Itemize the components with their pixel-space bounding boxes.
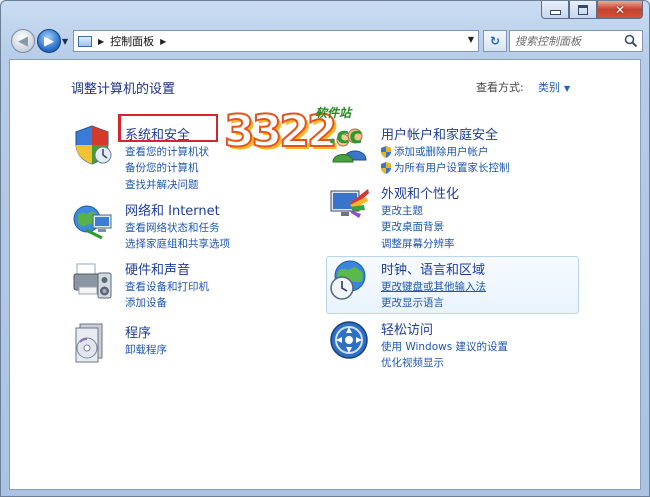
- control-panel-icon: [78, 35, 92, 47]
- category-programs[interactable]: 程序 卸载程序: [72, 322, 322, 370]
- category-heading[interactable]: 轻松访问: [381, 319, 433, 338]
- back-button[interactable]: ◀: [11, 29, 35, 53]
- category-heading[interactable]: 外观和个性化: [381, 183, 459, 202]
- category-link[interactable]: 查看设备和打印机: [125, 279, 209, 294]
- category-link[interactable]: 使用 Windows 建议的设置: [381, 339, 508, 354]
- breadcrumb-separator-icon[interactable]: ▶: [98, 37, 104, 46]
- category-heading[interactable]: 时钟、语言和区域: [381, 259, 485, 278]
- minimize-icon: [549, 10, 561, 15]
- maximize-button[interactable]: [569, 1, 597, 19]
- appearance-paint-icon: [330, 189, 369, 218]
- uac-shield-icon: [381, 145, 391, 158]
- category-link[interactable]: 更改显示语言: [381, 295, 444, 310]
- category-network-internet[interactable]: 网络和 Internet 查看网络状态和任务 选择家庭组和共享选项: [72, 200, 322, 250]
- close-button[interactable]: ✕: [597, 1, 643, 19]
- category-link[interactable]: 更改键盘或其他输入法: [381, 279, 486, 294]
- search-input[interactable]: [515, 34, 625, 48]
- breadcrumb-separator-icon[interactable]: ▶: [160, 37, 166, 46]
- category-user-accounts[interactable]: 用户帐户和家庭安全 添加或删除用户帐户 为所有用户设置家长控制: [328, 124, 578, 174]
- category-link[interactable]: 卸载程序: [125, 342, 167, 357]
- category-link-text[interactable]: 为所有用户设置家长控制: [394, 160, 510, 175]
- breadcrumb-control-panel[interactable]: 控制面板: [110, 33, 154, 49]
- page-title: 调整计算机的设置: [71, 82, 176, 97]
- category-appearance[interactable]: 外观和个性化 更改主题 更改桌面背景 调整屏幕分辨率: [328, 183, 578, 251]
- category-link[interactable]: 查看网络状态和任务: [125, 220, 220, 235]
- category-link[interactable]: 选择家庭组和共享选项: [125, 236, 230, 251]
- watermark-logo-tagline: 软件站: [315, 106, 352, 120]
- category-link[interactable]: 备份您的计算机: [125, 160, 199, 175]
- category-ease-of-access[interactable]: 轻松访问 使用 Windows 建议的设置 优化视频显示: [328, 319, 578, 369]
- category-link[interactable]: 添加或删除用户帐户: [381, 144, 489, 159]
- watermark-logo-domain: .cc: [328, 124, 363, 149]
- clock-globe-icon: [330, 260, 366, 300]
- category-link[interactable]: 更改主题: [381, 203, 423, 218]
- programs-disc-icon: [75, 323, 103, 363]
- address-bar[interactable]: ▶ 控制面板 ▶ ▼: [73, 30, 479, 52]
- category-hardware-sound[interactable]: 硬件和声音 查看设备和打印机 添加设备: [72, 259, 322, 309]
- category-link[interactable]: 调整屏幕分辨率: [381, 236, 455, 251]
- network-globe-icon: [73, 205, 112, 240]
- minimize-button[interactable]: [541, 1, 569, 19]
- printer-speaker-icon: [73, 263, 112, 299]
- category-heading[interactable]: 网络和 Internet: [125, 200, 220, 219]
- category-link[interactable]: 查看您的计算机状: [125, 144, 209, 159]
- maximize-icon: [578, 4, 588, 15]
- content-pane: 调整计算机的设置 查看方式: 类别 ▼ 系统和安全 查看您的计算机状 备份您的计算…: [9, 59, 641, 490]
- shield-check-icon: [75, 125, 112, 165]
- view-by-value[interactable]: 类别: [538, 81, 560, 94]
- category-heading[interactable]: 用户帐户和家庭安全: [381, 124, 498, 143]
- category-link[interactable]: 查找并解决问题: [125, 177, 199, 192]
- view-by-label: 查看方式:: [476, 81, 524, 94]
- navigation-bar: ◀ ▶ ▼ ▶ 控制面板 ▶ ▼ ↻: [9, 29, 643, 55]
- recent-pages-dropdown-icon[interactable]: ▼: [62, 37, 68, 46]
- category-link-text[interactable]: 添加或删除用户帐户: [394, 144, 489, 159]
- category-link[interactable]: 更改桌面背景: [381, 219, 444, 234]
- search-icon[interactable]: [624, 34, 638, 48]
- search-box[interactable]: [509, 30, 643, 52]
- category-heading[interactable]: 程序: [125, 322, 151, 341]
- view-by-dropdown[interactable]: 类别 ▼: [538, 79, 570, 95]
- category-clock-language-region[interactable]: 时钟、语言和区域 更改键盘或其他输入法 更改显示语言: [328, 259, 578, 309]
- address-dropdown-icon[interactable]: ▼: [468, 35, 474, 44]
- refresh-button[interactable]: ↻: [483, 30, 507, 52]
- highlight-annotation-box: [118, 114, 218, 142]
- forward-arrow-icon: ▶: [44, 33, 54, 49]
- refresh-icon: ↻: [489, 34, 501, 48]
- ease-of-access-icon: [330, 321, 368, 359]
- back-arrow-icon: ◀: [18, 33, 28, 49]
- view-by-dropdown-icon[interactable]: ▼: [564, 84, 570, 93]
- category-heading[interactable]: 硬件和声音: [125, 259, 190, 278]
- close-icon: ✕: [614, 2, 626, 17]
- control-panel-window: ✕ ◀ ▶ ▼ ▶ 控制面板 ▶ ▼ ↻ 调整计算机的设置 查看方式: 类别 ▼: [0, 0, 650, 497]
- category-link[interactable]: 添加设备: [125, 295, 167, 310]
- category-link[interactable]: 优化视频显示: [381, 355, 444, 370]
- forward-button[interactable]: ▶: [37, 29, 61, 53]
- uac-shield-icon: [381, 161, 391, 174]
- category-link[interactable]: 为所有用户设置家长控制: [381, 160, 510, 175]
- caption-buttons: ✕: [541, 1, 643, 19]
